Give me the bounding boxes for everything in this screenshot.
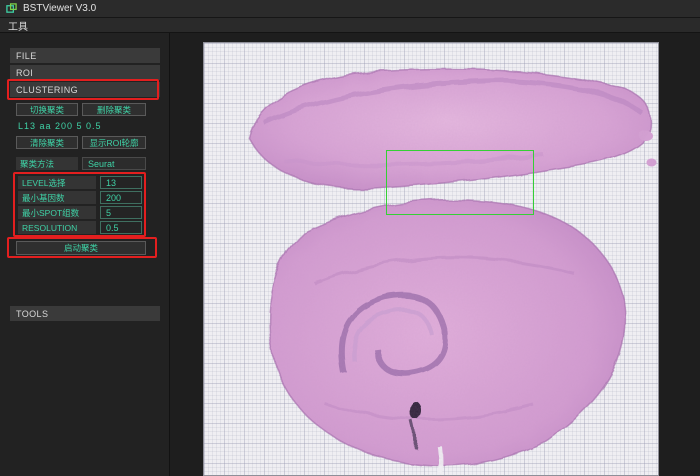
app-icon bbox=[6, 3, 17, 14]
slide-viewer-canvas[interactable] bbox=[203, 42, 659, 476]
tissue-section-image bbox=[204, 43, 659, 476]
section-header-clustering[interactable]: CLUSTERING bbox=[10, 82, 160, 97]
window-title: BSTViewer V3.0 bbox=[23, 3, 96, 14]
section-header-roi[interactable]: ROI bbox=[10, 65, 160, 80]
switch-cluster-button[interactable]: 切换聚类 bbox=[16, 103, 78, 116]
section-header-tools[interactable]: TOOLS bbox=[10, 306, 160, 321]
show-roi-outline-button[interactable]: 显示ROI轮廓 bbox=[82, 136, 146, 149]
param-label-level: LEVEL选择 bbox=[18, 176, 96, 189]
section-label-file: FILE bbox=[16, 51, 37, 61]
method-label: 聚类方法 bbox=[16, 157, 78, 170]
menu-item-tools[interactable]: 工具 bbox=[0, 18, 36, 33]
delete-cluster-button[interactable]: 删除聚类 bbox=[82, 103, 146, 116]
param-value-min-genes[interactable]: 200 bbox=[100, 191, 142, 204]
start-cluster-button[interactable]: 启动聚类 bbox=[16, 241, 146, 255]
section-header-file[interactable]: FILE bbox=[10, 48, 160, 63]
section-label-tools: TOOLS bbox=[16, 309, 48, 319]
param-value-resolution[interactable]: 0.5 bbox=[100, 221, 142, 234]
param-label-min-genes: 最小基因数 bbox=[18, 191, 96, 204]
section-label-roi: ROI bbox=[16, 68, 33, 78]
param-label-min-spot: 最小SPOT组数 bbox=[18, 206, 96, 219]
param-value-min-spot[interactable]: 5 bbox=[100, 206, 142, 219]
cluster-status-text: L13 aa 200 5 0.5 bbox=[18, 121, 102, 131]
title-bar: BSTViewer V3.0 bbox=[0, 0, 700, 18]
param-value-level[interactable]: 13 bbox=[100, 176, 142, 189]
sidebar: FILE ROI CLUSTERING 切换聚类 删除聚类 L13 aa 200… bbox=[0, 33, 170, 476]
clear-cluster-button[interactable]: 清除聚类 bbox=[16, 136, 78, 149]
menu-bar: 工具 bbox=[0, 18, 700, 33]
param-label-resolution: RESOLUTION bbox=[18, 221, 96, 234]
section-label-clustering: CLUSTERING bbox=[16, 85, 78, 95]
method-value[interactable]: Seurat bbox=[82, 157, 146, 170]
roi-selection-rect[interactable] bbox=[386, 150, 534, 215]
